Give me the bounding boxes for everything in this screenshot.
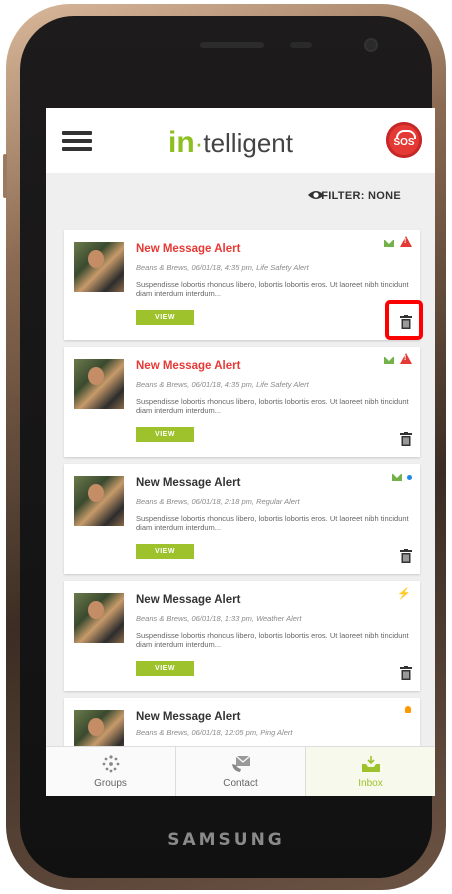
envelope-icon	[392, 474, 402, 481]
sender-avatar	[74, 593, 124, 643]
nav-groups[interactable]: Groups	[46, 747, 175, 796]
inbox-icon	[362, 756, 380, 772]
sender-avatar	[74, 359, 124, 409]
trash-highlight	[385, 300, 423, 340]
view-button[interactable]: VIEW	[136, 544, 194, 559]
message-title: New Message Alert	[136, 243, 241, 255]
nav-label: Inbox	[358, 778, 383, 789]
nav-contact[interactable]: Contact	[176, 747, 305, 796]
message-title: New Message Alert	[136, 711, 241, 723]
sender-avatar	[74, 242, 124, 292]
lightning-icon: ⚡	[397, 588, 411, 600]
message-title: New Message Alert	[136, 360, 241, 372]
bell-icon	[405, 706, 411, 713]
message-body: Suspendisse lobortis rhoncus libero, lob…	[136, 514, 409, 532]
message-meta: Beans & Brews, 06/01/18, 2:18 pm, Regula…	[136, 497, 300, 506]
message-meta: Beans & Brews, 06/01/18, 12:05 pm, Ping …	[136, 728, 293, 737]
app-logo: in·telligent	[168, 126, 293, 160]
message-body: Suspendisse lobortis rhoncus libero, lob…	[136, 280, 409, 298]
message-card[interactable]: New Message Alert Beans & Brews, 06/01/1…	[64, 464, 420, 574]
warning-icon	[400, 236, 412, 247]
trash-icon[interactable]	[400, 666, 412, 680]
bottom-navigation: Groups Contact Inbox	[46, 746, 435, 796]
logo-text: telligent	[203, 128, 293, 158]
proximity-sensor	[290, 42, 312, 48]
hamburger-menu-icon[interactable]	[62, 131, 92, 151]
nav-label: Groups	[94, 778, 127, 789]
message-title: New Message Alert	[136, 477, 241, 489]
app-screen: in·telligent SOS FILTER: NONE New Messag…	[46, 108, 435, 796]
trash-icon[interactable]	[400, 432, 412, 446]
blue-dot-icon	[407, 475, 412, 480]
nav-label: Contact	[223, 778, 258, 789]
front-camera	[364, 38, 378, 52]
message-card[interactable]: New Message Alert Beans & Brews, 06/01/1…	[64, 230, 423, 340]
warning-icon	[400, 353, 412, 364]
filter-label[interactable]: FILTER: NONE	[321, 190, 401, 202]
view-button[interactable]: VIEW	[136, 427, 194, 442]
envelope-icon	[384, 357, 394, 364]
message-body: Suspendisse lobortis rhoncus libero, lob…	[136, 397, 409, 415]
view-button[interactable]: VIEW	[136, 661, 194, 676]
envelope-icon	[384, 240, 394, 247]
sender-avatar	[74, 476, 124, 526]
message-body: Suspendisse lobortis rhoncus libero, lob…	[136, 631, 409, 649]
logo-in: in	[168, 126, 195, 159]
message-title: New Message Alert	[136, 594, 241, 606]
message-meta: Beans & Brews, 06/01/18, 1:33 pm, Weathe…	[136, 614, 302, 623]
groups-icon	[102, 755, 120, 773]
volume-button	[3, 154, 7, 198]
message-meta: Beans & Brews, 06/01/18, 4:35 pm, Life S…	[136, 380, 309, 389]
earpiece-speaker	[200, 42, 264, 48]
trash-icon[interactable]	[400, 549, 412, 563]
sos-button[interactable]: SOS	[386, 122, 422, 158]
nav-inbox[interactable]: Inbox	[306, 747, 435, 796]
top-bar: in·telligent SOS	[46, 108, 435, 173]
message-meta: Beans & Brews, 06/01/18, 4:35 pm, Life S…	[136, 263, 309, 272]
view-button[interactable]: VIEW	[136, 310, 194, 325]
message-card[interactable]: New Message Alert Beans & Brews, 06/01/1…	[64, 347, 420, 457]
message-card[interactable]: New Message Alert ⚡ Beans & Brews, 06/01…	[64, 581, 420, 691]
device-brand: SAMSUNG	[167, 830, 285, 850]
contact-icon	[232, 755, 251, 772]
